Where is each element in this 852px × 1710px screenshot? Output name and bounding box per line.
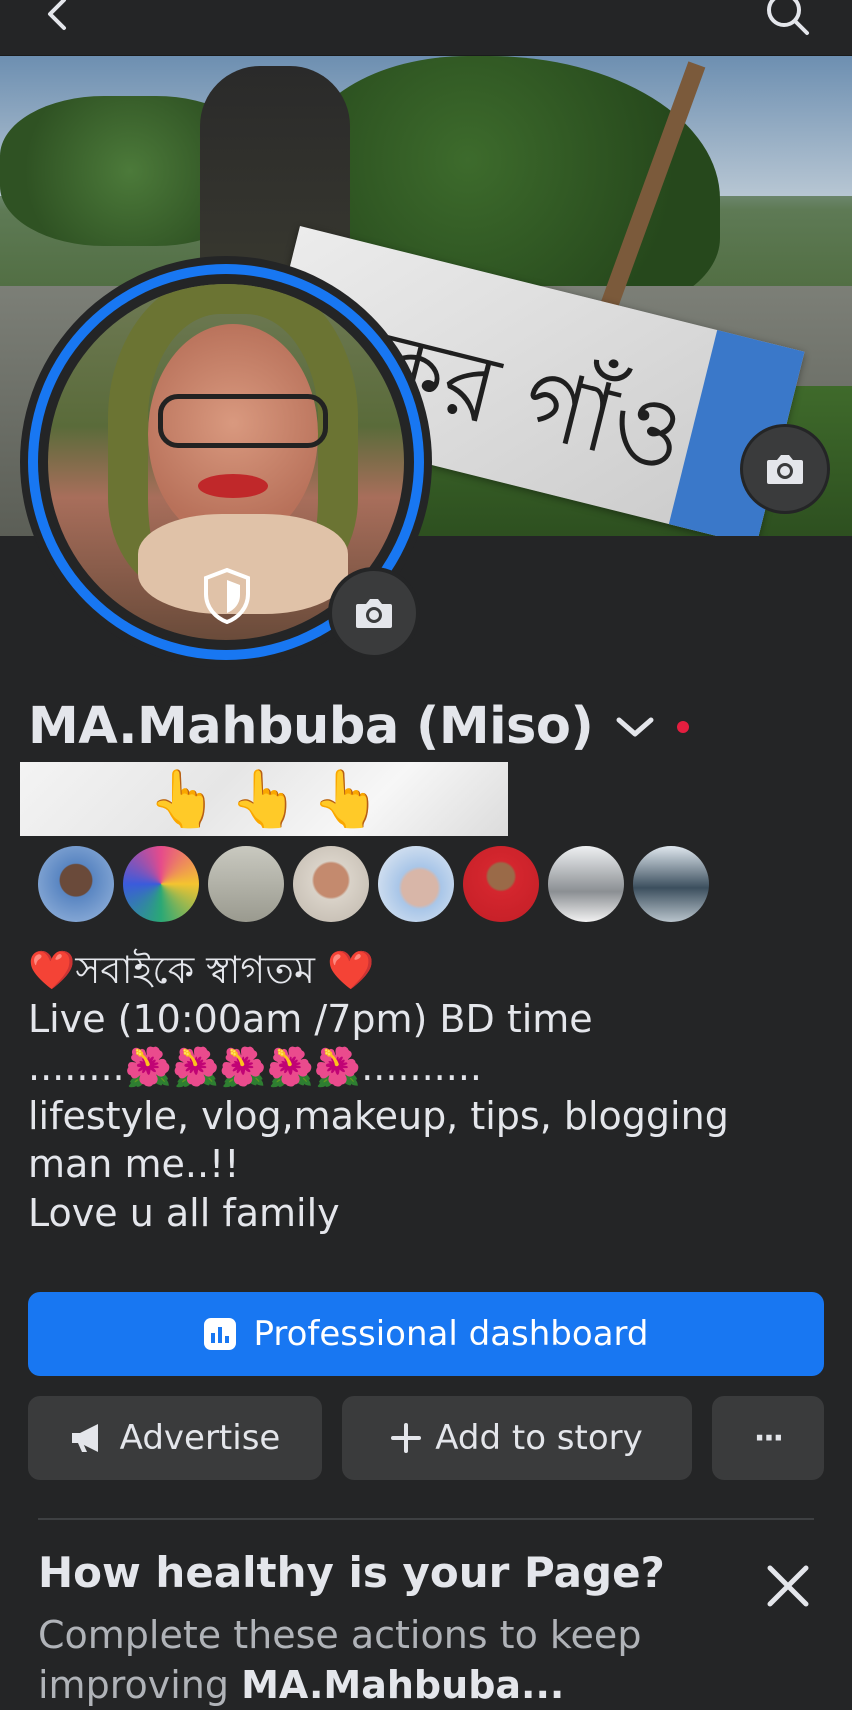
bio-line: lifestyle, vlog,makeup, tips, blogging bbox=[28, 1093, 729, 1138]
more-button[interactable]: ··· bbox=[712, 1396, 824, 1480]
back-arrow-icon[interactable] bbox=[38, 0, 78, 34]
friend-avatar[interactable] bbox=[548, 846, 624, 922]
camera-icon bbox=[767, 455, 803, 484]
add-to-story-button[interactable]: Add to story bbox=[342, 1396, 692, 1480]
professional-dashboard-button[interactable]: Professional dashboard bbox=[28, 1292, 824, 1376]
more-icon: ··· bbox=[753, 1420, 784, 1456]
divider bbox=[38, 1518, 814, 1520]
bio-line: man me..!! bbox=[28, 1142, 240, 1186]
friend-avatar[interactable] bbox=[293, 846, 369, 922]
camera-icon bbox=[356, 599, 392, 628]
notification-dot bbox=[677, 720, 690, 733]
shield-icon bbox=[204, 568, 250, 624]
advertise-button[interactable]: Advertise bbox=[28, 1396, 322, 1480]
top-bar bbox=[0, 0, 852, 56]
edit-profile-picture-button[interactable] bbox=[328, 567, 420, 659]
friend-avatar[interactable] bbox=[378, 846, 454, 922]
friend-avatar[interactable] bbox=[463, 846, 539, 922]
chevron-down-icon[interactable] bbox=[613, 712, 657, 742]
add-to-story-label: Add to story bbox=[435, 1418, 643, 1458]
pointing-fingers: 👆👆👆 bbox=[148, 767, 394, 832]
friends-avatars[interactable] bbox=[38, 846, 718, 922]
dashboard-chart-icon bbox=[204, 1318, 237, 1350]
bio-line: Live (10:00am /7pm) BD time bbox=[28, 996, 593, 1041]
page-health-title: How healthy is your Page? bbox=[38, 1548, 665, 1597]
professional-dashboard-label: Professional dashboard bbox=[253, 1314, 649, 1354]
megaphone-icon bbox=[71, 1424, 98, 1452]
friend-avatar[interactable] bbox=[123, 846, 199, 922]
bio-line: ........🌺🌺🌺🌺🌺.......... bbox=[28, 1045, 482, 1089]
bio-line: ❤️সবাইকে স্বাগতম ❤️ bbox=[28, 948, 375, 992]
friend-avatar[interactable] bbox=[633, 846, 709, 922]
plus-icon bbox=[391, 1423, 422, 1453]
page-health-subtitle-name: MA.Mahbuba... bbox=[241, 1663, 565, 1707]
friend-avatar[interactable] bbox=[208, 846, 284, 922]
bio-line: Love u all family bbox=[28, 1190, 340, 1235]
featured-image: 👆👆👆 bbox=[20, 762, 508, 836]
action-buttons: Advertise Add to story ··· bbox=[28, 1396, 824, 1480]
page-health-subtitle: Complete these actions to keep improving… bbox=[38, 1610, 798, 1710]
bio: ❤️সবাইকে স্বাগতম ❤️ Live (10:00am /7pm) … bbox=[28, 946, 729, 1237]
profile-name: MA.Mahbuba (Miso) bbox=[28, 697, 594, 756]
close-icon[interactable] bbox=[766, 1564, 810, 1608]
edit-cover-button[interactable] bbox=[740, 424, 830, 514]
search-icon[interactable] bbox=[764, 0, 812, 38]
advertise-label: Advertise bbox=[119, 1418, 281, 1458]
profile-name-row[interactable]: MA.Mahbuba (Miso) bbox=[28, 697, 690, 756]
friend-avatar[interactable] bbox=[38, 846, 114, 922]
